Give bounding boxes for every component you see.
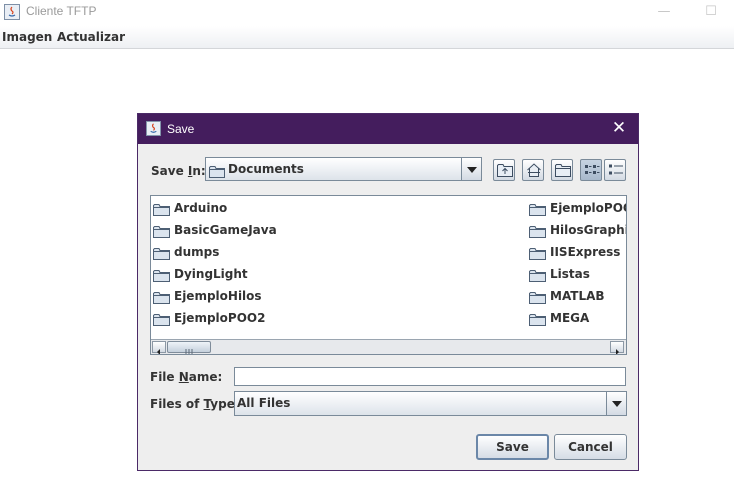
details-view-icon: [609, 164, 623, 175]
file-name: HilosGraphics: [550, 223, 626, 237]
folder-icon: [529, 245, 546, 264]
scrollbar-thumb[interactable]: [167, 341, 211, 354]
save-button[interactable]: Save: [476, 434, 549, 460]
folder-icon: [153, 245, 170, 264]
folder-icon: [153, 289, 170, 308]
file-name: Listas: [550, 267, 590, 281]
window-title: Cliente TFTP: [26, 4, 97, 18]
file-name: DyingLight: [174, 267, 248, 281]
save-in-value: Documents: [228, 162, 304, 176]
up-one-level-icon: [497, 164, 513, 177]
file-name: dumps: [174, 245, 220, 259]
folder-icon: [153, 311, 170, 330]
dialog-title-bar: Save ✕: [138, 114, 638, 144]
details-view-button[interactable]: [604, 159, 626, 181]
new-folder-icon: [555, 164, 571, 177]
save-in-label: Save In:: [151, 164, 206, 178]
chevron-down-icon[interactable]: [461, 158, 481, 180]
window-title-bar: Cliente TFTP — ☐: [0, 0, 734, 26]
folder-icon: [153, 267, 170, 286]
file-type-label: Files of Type:: [150, 397, 240, 411]
file-name: MEGA: [550, 311, 590, 325]
file-name-label: File Name:: [150, 370, 223, 384]
folder-icon: [529, 201, 546, 220]
up-one-level-button[interactable]: [493, 159, 515, 181]
file-name-field[interactable]: [234, 367, 626, 386]
close-icon[interactable]: ✕: [608, 117, 630, 139]
java-app-icon: [146, 121, 161, 140]
java-app-icon: [4, 4, 20, 24]
file-name: MATLAB: [550, 289, 605, 303]
folder-icon: [153, 201, 170, 220]
file-type-combo[interactable]: All Files: [234, 391, 627, 416]
save-in-combo[interactable]: Documents: [205, 157, 482, 181]
home-button[interactable]: [522, 159, 544, 181]
minimize-button[interactable]: —: [641, 2, 687, 22]
menu-actualizar[interactable]: Actualizar: [57, 30, 125, 44]
file-list[interactable]: Arduino BasicGameJava dumps DyingLight E…: [150, 195, 627, 355]
folder-icon: [529, 267, 546, 286]
file-name: EjemploHilos: [174, 289, 262, 303]
save-dialog: Save ✕ Save In: Documents Arduino BasicG…: [137, 113, 639, 471]
folder-icon: [529, 223, 546, 242]
file-name: IISExpress: [550, 245, 621, 259]
scroll-left-icon[interactable]: [152, 341, 166, 354]
file-type-value: All Files: [237, 396, 291, 410]
file-name: BasicGameJava: [174, 223, 277, 237]
scroll-right-icon[interactable]: [610, 341, 624, 354]
file-name: EjemploPOO2: [174, 311, 266, 325]
file-name: EjemploPOOC: [550, 201, 626, 215]
new-folder-button[interactable]: [551, 159, 573, 181]
menu-bar: Imagen Actualizar: [0, 26, 734, 49]
dialog-title: Save: [167, 122, 195, 136]
list-view-icon: [585, 165, 600, 174]
menu-imagen[interactable]: Imagen: [2, 30, 52, 44]
cancel-button[interactable]: Cancel: [554, 434, 627, 460]
horizontal-scrollbar[interactable]: [151, 339, 626, 354]
folder-icon: [209, 163, 225, 182]
folder-icon: [529, 289, 546, 308]
maximize-button[interactable]: ☐: [688, 2, 734, 22]
home-icon: [527, 163, 541, 177]
list-view-button[interactable]: [580, 159, 602, 181]
chevron-down-icon[interactable]: [606, 392, 626, 415]
file-name: Arduino: [174, 201, 228, 215]
folder-icon: [153, 223, 170, 242]
folder-icon: [529, 311, 546, 330]
